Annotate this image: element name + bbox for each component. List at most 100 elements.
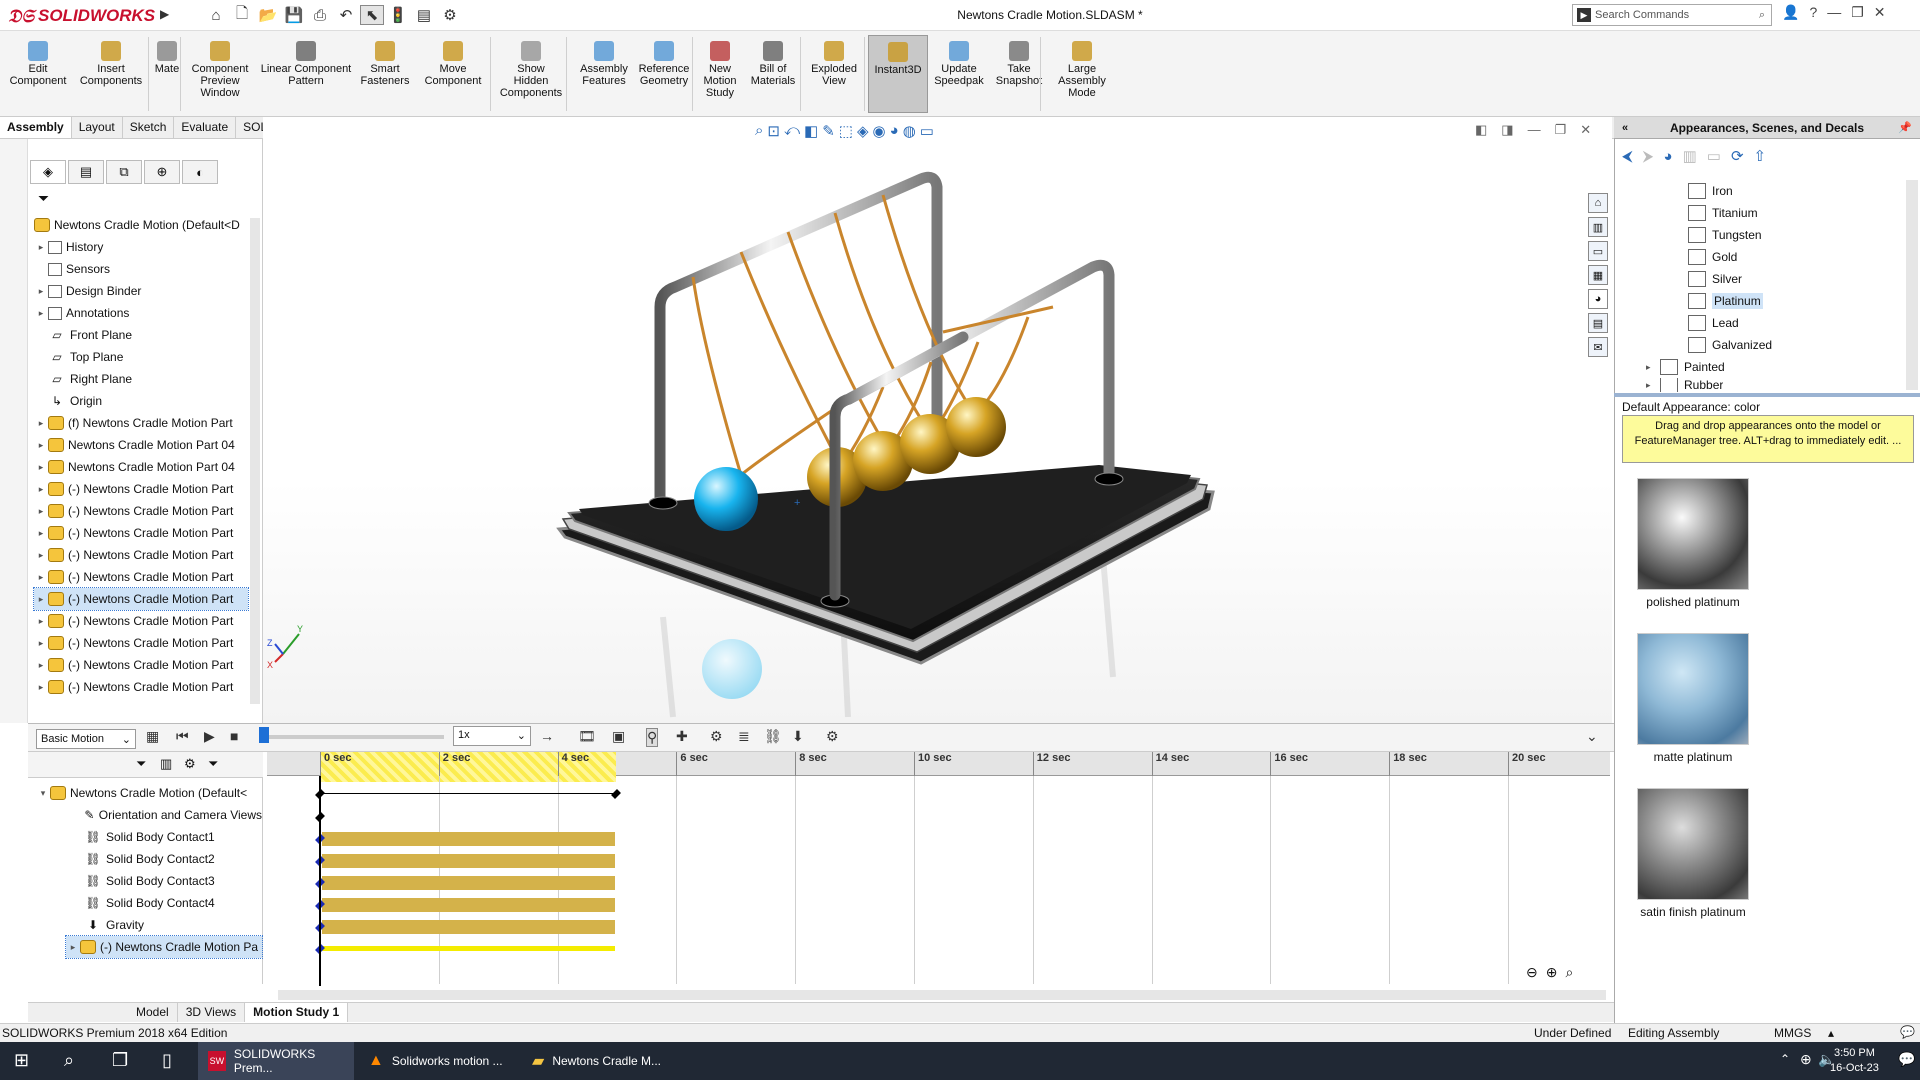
playback-slider-thumb[interactable] [259, 727, 269, 743]
solidworks-logo[interactable]: 𝔇𝔖 SOLIDWORKS [8, 4, 155, 28]
motor-icon[interactable]: ⚙ [710, 728, 723, 745]
expand-arrow-icon[interactable]: ▸ [34, 550, 48, 561]
motion-tree-item[interactable]: ⛓ Solid Body Contact1 [84, 826, 262, 848]
viewport-tile-right-icon[interactable]: ◨ [1501, 122, 1513, 138]
expand-arrow-icon[interactable]: ▸ [34, 616, 48, 627]
solidworks-resources-icon[interactable]: ⌂ [1588, 193, 1608, 213]
new-motion-study-button[interactable]: New Motion Study [694, 41, 746, 99]
tree-item[interactable]: ▸ (-) Newtons Cradle Motion Part [34, 610, 248, 632]
task-pane-splitter[interactable] [1614, 393, 1920, 397]
expand-arrow-icon[interactable]: ▸ [34, 660, 48, 671]
show-hidden-icons-icon[interactable]: ⌃ [1780, 1052, 1790, 1066]
tree-item[interactable]: ▸ (-) Newtons Cradle Motion Part [34, 654, 248, 676]
filter-animated-icon[interactable]: ⏷ [136, 756, 146, 772]
tree-item[interactable]: ▸ (-) Newtons Cradle Motion Part [34, 566, 248, 588]
design-library-icon[interactable]: ▥ [1588, 217, 1608, 237]
timeline-bar[interactable] [322, 920, 615, 934]
timeline-scrollbar[interactable] [278, 990, 1606, 1000]
tree-item[interactable]: ▸ (-) Newtons Cradle Motion Part [34, 500, 248, 522]
taskbar-app-vlc[interactable]: ▲ Solidworks motion ... [358, 1042, 518, 1080]
tree-item[interactable]: ▸ (-) Newtons Cradle Motion Part [33, 587, 249, 611]
taskbar-app-solidworks[interactable]: SW SOLIDWORKS Prem... [198, 1042, 354, 1080]
search-icon[interactable]: ⌕ [1759, 9, 1765, 22]
restore-icon[interactable]: ❐ [1851, 4, 1864, 21]
assembly-features-button[interactable]: Assembly Features [574, 41, 634, 87]
file-explorer-taskbar-icon[interactable]: ▯ [162, 1050, 172, 1071]
component-preview-button[interactable]: Component Preview Window [184, 41, 256, 99]
view-orientation-icon[interactable]: ⬚ [839, 122, 853, 140]
tree-item[interactable]: ▸ Design Binder [34, 280, 248, 302]
notifications-icon[interactable]: 💬 [1898, 1051, 1915, 1068]
tree-item[interactable]: ▸ (-) Newtons Cradle Motion Part [34, 478, 248, 500]
tab-evaluate[interactable]: Evaluate [174, 117, 237, 138]
units-arrow-icon[interactable]: ▴ [1828, 1026, 1834, 1040]
appearance-item[interactable]: Lead [1688, 312, 1739, 334]
expand-arrow-icon[interactable]: ▸ [34, 286, 48, 297]
expand-arrow-icon[interactable]: ▸ [34, 528, 48, 539]
tree-root[interactable]: Newtons Cradle Motion (Default<D [34, 214, 256, 236]
options-icon[interactable]: ⚙ [438, 5, 462, 25]
expand-arrow-icon[interactable]: ▸ [34, 418, 48, 429]
open-icon[interactable]: 📂 [256, 5, 280, 25]
bottom-tab-model[interactable]: Model [128, 1003, 178, 1022]
view-settings-icon[interactable]: ▭ [920, 122, 934, 140]
newtons-cradle-model[interactable]: + Y X Z [263, 117, 1612, 723]
previous-view-icon[interactable]: ⤺ [784, 122, 800, 140]
add-folder-icon[interactable]: ▭ [1707, 147, 1721, 165]
motion-tree-item[interactable]: ⬇ Gravity [84, 914, 262, 936]
contact-icon[interactable]: ⛓ [764, 728, 782, 745]
motion-tree-root[interactable]: ▾ Newtons Cradle Motion (Default< [36, 782, 262, 804]
dynamic-annotation-icon[interactable]: ✎ [822, 122, 835, 140]
viewport-restore-icon[interactable]: ❐ [1555, 122, 1567, 138]
instant3d-button[interactable]: Instant3D [868, 35, 928, 113]
animation-wizard-icon[interactable]: ▣ [612, 728, 625, 745]
smart-fasteners-button[interactable]: Smart Fasteners [356, 41, 414, 87]
display-style-icon[interactable]: ◈ [857, 122, 869, 140]
expand-arrow-icon[interactable]: ▸ [34, 484, 48, 495]
view-palette-icon[interactable]: ▦ [1588, 265, 1608, 285]
tab-sketch[interactable]: Sketch [123, 117, 175, 138]
collapse-arrow-icon[interactable]: ▾ [36, 788, 50, 799]
tree-item[interactable]: ▸ Annotations [34, 302, 248, 324]
back-icon[interactable]: ⮜ [1622, 148, 1633, 165]
swatch-matte-platinum[interactable] [1637, 633, 1749, 745]
viewport-tile-left-icon[interactable]: ◧ [1475, 122, 1487, 138]
appearance-item[interactable]: Tungsten [1688, 224, 1762, 246]
appearance-item[interactable]: Platinum [1688, 290, 1763, 312]
tree-item[interactable]: ▸ Newtons Cradle Motion Part 04 [34, 456, 248, 478]
edit-appearance-icon[interactable]: ◕ [890, 122, 899, 140]
up-folder-icon[interactable]: ⇧ [1754, 147, 1767, 165]
timeline-bar[interactable] [322, 832, 615, 846]
appearance-folder-rubber[interactable]: ▸ Rubber [1646, 378, 1723, 392]
refresh-icon[interactable]: ⟳ [1731, 147, 1744, 165]
swatch-polished-platinum[interactable] [1637, 478, 1749, 590]
zoom-area-icon[interactable]: ⊡ [767, 122, 780, 140]
tree-item[interactable]: ▱ Right Plane [34, 368, 248, 390]
help-icon[interactable]: ? [1809, 4, 1817, 21]
custom-properties-icon[interactable]: ▤ [1588, 313, 1608, 333]
tree-item[interactable]: ▸ (-) Newtons Cradle Motion Part [34, 632, 248, 654]
new-document-icon[interactable]: 🗋 [230, 5, 254, 25]
appearance-item[interactable]: Galvanized [1688, 334, 1772, 356]
expand-arrow-icon[interactable]: ▸ [34, 440, 48, 451]
show-hidden-button[interactable]: Show Hidden Components [494, 41, 568, 99]
motion-tree-item[interactable]: ✎ Orientation and Camera Views [84, 804, 262, 826]
search-commands-input[interactable]: ▶ Search Commands ⌕ [1572, 4, 1772, 26]
edit-component-button[interactable]: Edit Component [4, 41, 72, 87]
filter-results-icon[interactable]: ⏷ [208, 756, 218, 772]
tree-item[interactable]: ▱ Front Plane [34, 324, 248, 346]
expand-arrow-icon[interactable]: ▸ [1646, 362, 1660, 373]
motion-study-properties-icon[interactable]: ⚙ [826, 728, 839, 745]
graphics-viewport[interactable]: + Y X Z [263, 117, 1612, 723]
undo-icon[interactable]: ↶ [334, 5, 358, 25]
hide-show-icon[interactable]: ◉ [873, 122, 886, 140]
motion-tree-item[interactable]: ⛓ Solid Body Contact2 [84, 848, 262, 870]
appearance-folder-painted[interactable]: ▸ Painted [1646, 356, 1725, 378]
zoom-in-icon[interactable]: ⊕ [1546, 964, 1558, 981]
file-explorer-icon[interactable]: ▭ [1588, 241, 1608, 261]
user-icon[interactable]: 👤 [1782, 4, 1799, 21]
timeline-bar[interactable] [322, 876, 615, 890]
expand-menu-arrow-icon[interactable]: ▶ [160, 7, 169, 21]
timeline-bar[interactable] [322, 946, 615, 951]
expand-arrow-icon[interactable]: ▸ [34, 506, 48, 517]
